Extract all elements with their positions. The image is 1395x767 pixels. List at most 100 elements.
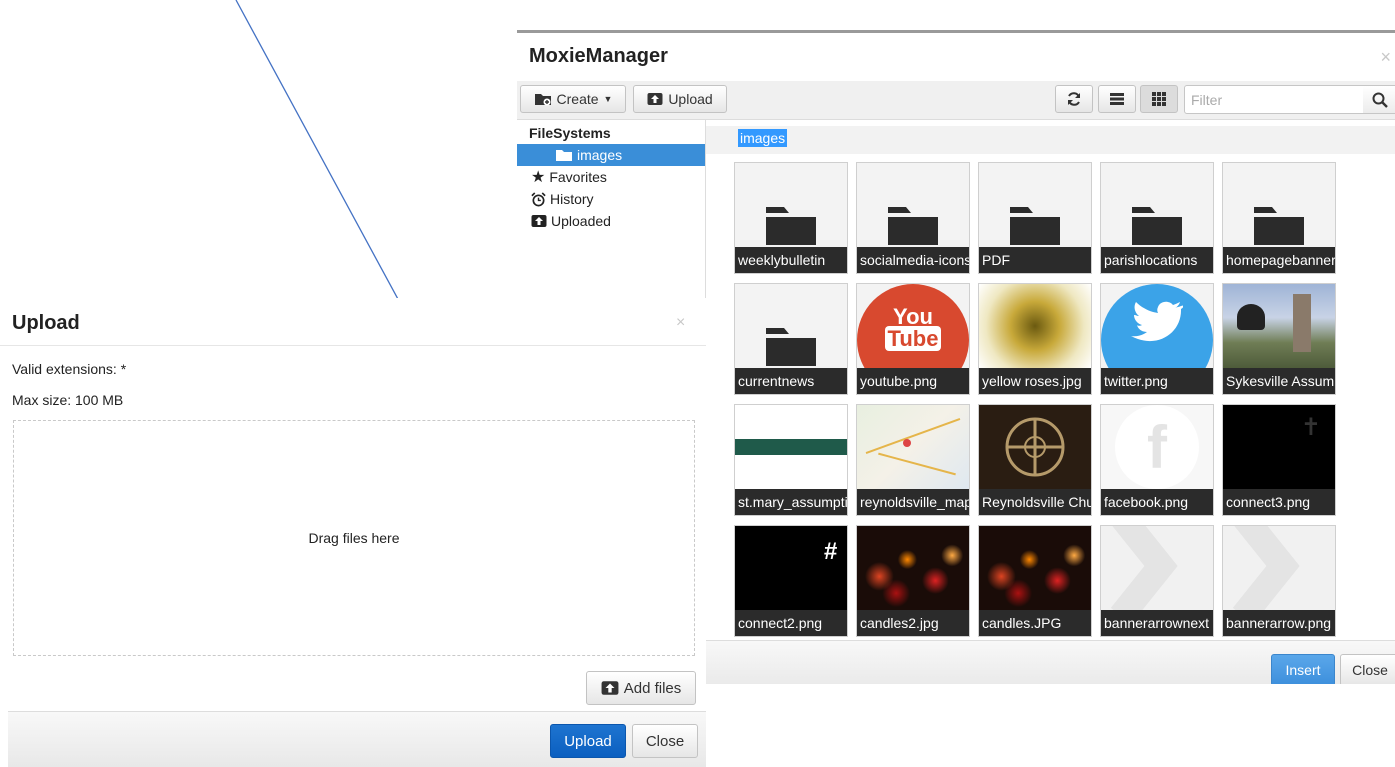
sidebar-item-images[interactable]: images bbox=[517, 144, 727, 166]
file-tile[interactable]: currentnews bbox=[734, 283, 848, 395]
add-files-button[interactable]: Add files bbox=[586, 671, 696, 705]
file-thumbnail bbox=[979, 284, 1091, 368]
file-tile[interactable]: f facebook.png bbox=[1100, 404, 1214, 516]
twitter-icon bbox=[1101, 284, 1213, 368]
upload-dialog: Upload × Valid extensions: * Max size: 1… bbox=[0, 298, 706, 767]
file-browser-area: images weeklybulletin socialmedia-icons PD… bbox=[705, 120, 1395, 640]
thumbnail-view-button[interactable] bbox=[1140, 85, 1178, 113]
file-tile[interactable]: Reynoldsville Church bbox=[978, 404, 1092, 516]
file-tile[interactable]: weeklybulletin bbox=[734, 162, 848, 274]
moxiemanager-title: MoxieManager bbox=[529, 45, 668, 67]
list-view-button[interactable] bbox=[1098, 85, 1136, 113]
file-name-label: facebook.png bbox=[1101, 489, 1213, 515]
create-folder-icon bbox=[534, 94, 551, 106]
insert-button[interactable]: Insert bbox=[1271, 654, 1335, 684]
file-thumbnail bbox=[1101, 526, 1213, 610]
search-button[interactable] bbox=[1363, 85, 1395, 114]
create-button[interactable]: Create ▼ bbox=[520, 85, 626, 113]
file-name-label: currentnews bbox=[735, 368, 847, 394]
file-thumbnail bbox=[735, 284, 847, 368]
sidebar-item-label: Favorites bbox=[549, 169, 607, 185]
file-name-label: bannerarrownext bbox=[1101, 610, 1213, 636]
file-tile[interactable]: homepagebanners bbox=[1222, 162, 1336, 274]
moxiemanager-close-icon[interactable]: × bbox=[1380, 47, 1391, 68]
breadcrumb-images[interactable]: images bbox=[738, 129, 788, 147]
file-thumbnail bbox=[857, 405, 969, 489]
file-tile[interactable]: Sykesville Assumption bbox=[1222, 283, 1336, 395]
file-name-label: candles.JPG bbox=[979, 610, 1091, 636]
file-tile[interactable]: # connect2.png bbox=[734, 525, 848, 637]
youtube-icon: You Tube bbox=[857, 284, 969, 368]
upload-dialog-footer: Upload Close bbox=[8, 711, 706, 767]
folder-icon bbox=[556, 150, 572, 161]
file-thumbnail bbox=[1223, 163, 1335, 247]
file-thumbnail: # bbox=[735, 526, 847, 610]
file-thumbnail bbox=[979, 405, 1091, 489]
file-name-label: candles2.jpg bbox=[857, 610, 969, 636]
sidebar-item-history[interactable]: History bbox=[517, 188, 727, 210]
breadcrumb: images bbox=[706, 126, 1395, 154]
dropzone-text: Drag files here bbox=[308, 530, 400, 546]
file-thumbnail: f bbox=[1101, 405, 1213, 489]
filesystems-heading: FileSystems bbox=[529, 125, 611, 141]
file-thumbnail bbox=[857, 163, 969, 247]
file-tile[interactable]: twitter.png bbox=[1100, 283, 1214, 395]
banner-arrow-image bbox=[1101, 526, 1213, 610]
upload-button[interactable]: Upload bbox=[550, 724, 626, 758]
roses-image bbox=[979, 284, 1091, 368]
toolbar-upload-button[interactable]: Upload bbox=[633, 85, 727, 113]
file-tile[interactable]: reynoldsville_map bbox=[856, 404, 970, 516]
stained-window-image bbox=[979, 405, 1091, 489]
file-tile[interactable]: PDF bbox=[978, 162, 1092, 274]
refresh-button[interactable] bbox=[1055, 85, 1093, 113]
file-name-label: connect3.png bbox=[1223, 489, 1335, 515]
file-thumbnail bbox=[735, 405, 847, 489]
file-tile[interactable]: st.mary_assumption bbox=[734, 404, 848, 516]
file-dropzone[interactable]: Drag files here bbox=[13, 420, 695, 656]
file-name-label: Sykesville Assumption bbox=[1223, 368, 1335, 394]
file-thumbnail bbox=[1223, 526, 1335, 610]
file-thumbnail bbox=[979, 163, 1091, 247]
file-name-label: twitter.png bbox=[1101, 368, 1213, 394]
file-tile[interactable]: bannerarrow.png bbox=[1222, 525, 1336, 637]
file-tile[interactable]: ✝ connect3.png bbox=[1222, 404, 1336, 516]
add-files-label: Add files bbox=[623, 679, 682, 697]
map-image bbox=[857, 405, 969, 489]
folder-icon bbox=[1010, 207, 1060, 245]
connect2-image: # bbox=[735, 526, 847, 610]
file-tile[interactable]: parishlocations bbox=[1100, 162, 1214, 274]
file-thumbnail bbox=[735, 163, 847, 247]
valid-extensions-text: Valid extensions: * bbox=[12, 361, 127, 377]
file-tile[interactable]: socialmedia-icons bbox=[856, 162, 970, 274]
toolbar-upload-label: Upload bbox=[668, 91, 713, 107]
file-tile[interactable]: candles2.jpg bbox=[856, 525, 970, 637]
file-name-label: weeklybulletin bbox=[735, 247, 847, 273]
church-image bbox=[1223, 284, 1335, 368]
moxiemanager-close-button[interactable]: Close bbox=[1340, 654, 1395, 684]
file-name-label: PDF bbox=[979, 247, 1091, 273]
sidebar-item-favorites[interactable]: ★ Favorites bbox=[517, 166, 727, 188]
max-size-text: Max size: 100 MB bbox=[12, 392, 124, 408]
filter-input[interactable] bbox=[1184, 85, 1364, 114]
file-tile[interactable]: You Tube youtube.png bbox=[856, 283, 970, 395]
sidebar-item-label: History bbox=[550, 191, 594, 207]
filesystems-sidebar: FileSystems images ★ Favorites History U… bbox=[517, 120, 727, 300]
sidebar-item-uploaded[interactable]: Uploaded bbox=[517, 210, 727, 232]
candles-image bbox=[979, 526, 1091, 610]
banner-arrow-image bbox=[1223, 526, 1335, 610]
folder-icon bbox=[888, 207, 938, 245]
file-tile[interactable]: yellow roses.jpg bbox=[978, 283, 1092, 395]
upload-dialog-close-icon[interactable]: × bbox=[676, 314, 685, 332]
file-name-label: yellow roses.jpg bbox=[979, 368, 1091, 394]
file-thumbnail bbox=[1101, 163, 1213, 247]
upload-icon bbox=[531, 215, 547, 227]
file-name-label: reynoldsville_map bbox=[857, 489, 969, 515]
upload-close-button[interactable]: Close bbox=[632, 724, 698, 758]
file-tile[interactable]: candles.JPG bbox=[978, 525, 1092, 637]
file-name-label: st.mary_assumption bbox=[735, 489, 847, 515]
folder-icon bbox=[1132, 207, 1182, 245]
upload-dialog-title: Upload bbox=[12, 312, 80, 334]
sidebar-item-label: images bbox=[577, 147, 623, 163]
file-tile[interactable]: bannerarrownext bbox=[1100, 525, 1214, 637]
file-name-label: socialmedia-icons bbox=[857, 247, 969, 273]
